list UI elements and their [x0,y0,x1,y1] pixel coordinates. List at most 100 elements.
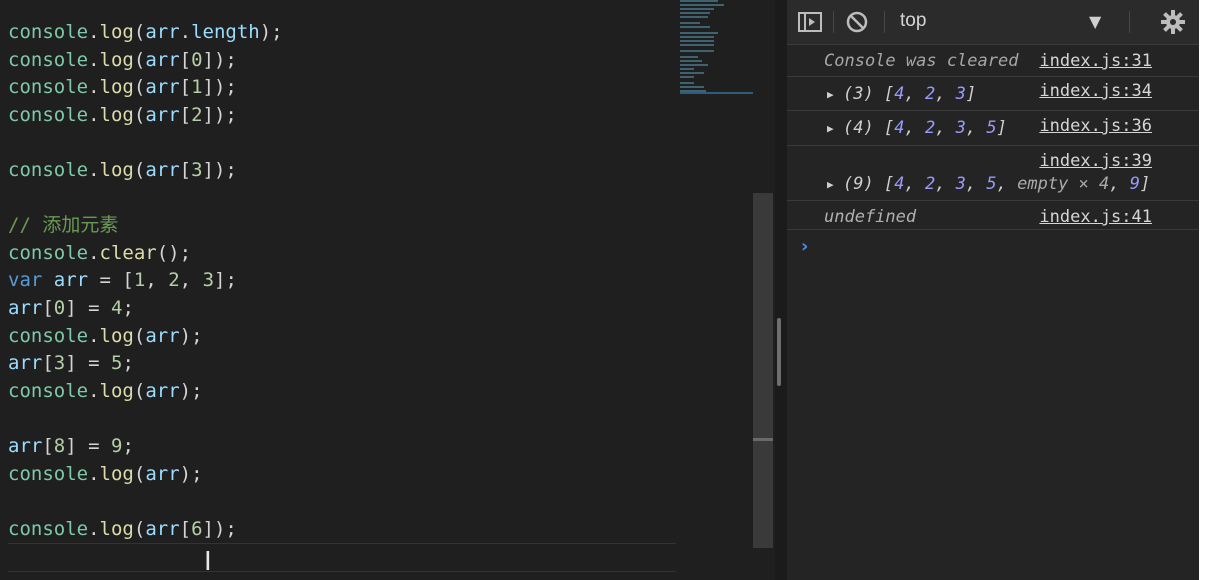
array-preview[interactable]: (3) [4, 2, 3] [843,84,976,104]
expand-arrow-icon[interactable]: ▶ [827,88,834,101]
code-token: 2 [168,269,180,292]
code-line[interactable]: console.log(arr.length); [8,19,283,47]
source-link[interactable]: index.js:39 [1039,151,1152,171]
code-token: console [8,103,89,126]
code-token: log [99,21,134,43]
source-link[interactable]: index.js:41 [1039,207,1152,227]
code-token: console [8,462,89,485]
console-prompt-icon[interactable]: › [801,236,808,257]
code-token: 3 [202,269,215,292]
code-line[interactable]: console.log(arr[3]); [8,157,283,185]
code-line[interactable]: console.log(arr); [8,461,283,489]
code-line[interactable] [8,488,283,516]
minimap[interactable] [680,0,754,96]
expand-arrow-icon[interactable]: ▶ [827,122,834,135]
panel-divider[interactable] [775,0,787,580]
code-line[interactable]: arr[0] = 4; [8,295,283,323]
code-token: ]); [202,48,237,71]
code-token: log [99,158,134,181]
code-line[interactable]: console.log(arr); [8,323,283,351]
code-token: . [88,48,100,71]
console-message: undefined index.js:41 [787,201,1199,230]
code-token: console [8,48,89,71]
code-token: console [8,241,89,264]
code-line[interactable] [8,129,283,157]
code-token: (); [156,241,192,264]
console-message: Console was cleared index.js:31 [787,45,1199,77]
code-token: ; [122,352,134,375]
source-link[interactable]: index.js:34 [1039,81,1152,101]
window-edge [1199,0,1215,580]
code-token: ( [133,379,146,402]
sidebar-toggle-icon[interactable] [797,9,823,35]
code-token: log [99,379,134,402]
code-token: . [88,103,100,126]
code-token: arr [8,296,43,319]
code-line[interactable]: console.clear(); [8,240,283,268]
code-token: [ [179,103,192,126]
code-token: log [99,324,134,347]
code-token: 1 [133,269,146,292]
current-line-highlight [8,543,676,572]
array-preview[interactable]: (9) [4, 2, 3, 5, empty × 4, 9] [843,174,1150,194]
code-token: ( [133,517,146,540]
code-token: ( [133,103,146,126]
code-token: arr [8,352,43,375]
code-line[interactable]: console.log(arr); [8,378,283,406]
code-token: 9 [111,434,123,457]
context-selector[interactable]: top [900,10,926,32]
code-line[interactable] [8,185,283,213]
code-token: arr [145,324,180,347]
code-token: . [88,76,100,99]
code-token: ; [122,296,134,319]
console-toolbar: top ▼ [787,0,1199,45]
code-line[interactable]: console.log(arr[1]); [8,74,283,102]
code-token: arr [145,462,180,485]
code-token: ; [122,434,134,457]
code-token: ( [133,324,146,347]
code-token: 0 [191,48,203,71]
dropdown-arrow-icon[interactable]: ▼ [1089,12,1101,31]
code-token: [ [42,434,54,457]
code-token: [ [179,48,192,71]
code-line[interactable]: console.log(arr[6]); [8,516,283,544]
expand-arrow-icon[interactable]: ▶ [827,178,834,191]
code-token: clear [99,241,157,264]
code-token: 0 [53,296,66,319]
code-token: ( [133,462,146,485]
code-line[interactable]: console.log(arr[0]); [8,47,283,75]
code-line[interactable]: // 添加元素 [8,212,283,240]
return-value: undefined [824,207,917,227]
code-line[interactable] [8,405,283,433]
source-link[interactable]: index.js:36 [1039,116,1152,136]
array-preview[interactable]: (4) [4, 2, 3, 5] [843,118,1007,138]
code-token: log [99,76,134,99]
code-token: 3 [191,158,203,181]
code-token: arr [8,434,43,457]
code-editor[interactable]: console.log(arr.length); console.log(arr[… [0,0,775,580]
code-token: arr [145,76,180,99]
console-message[interactable]: ▶ (4) [4, 2, 3, 5] index.js:36 [787,111,1199,146]
code-line[interactable]: arr[8] = 9; [8,433,283,461]
code-line[interactable]: var arr = [1, 2, 3]; [8,267,283,295]
console-message[interactable]: index.js:39 ▶ (9) [4, 2, 3, 5, empty × 4… [787,146,1199,201]
code-token: // 添加元素 [8,214,119,237]
panel-resize-handle[interactable] [777,318,781,386]
code-token: [ [179,158,192,181]
scrollbar-cursor-marker [753,438,773,441]
code-line[interactable]: console.log(arr[2]); [8,102,283,130]
code-token: console [8,76,89,99]
code-token: arr [53,269,89,292]
code-token: arr [145,158,180,181]
code-line[interactable]: arr[3] = 5; [8,350,283,378]
code-text[interactable]: console.log(arr.length); console.log(arr[… [8,19,283,543]
code-token: [ [179,517,192,540]
gear-icon[interactable] [1160,9,1186,35]
console-message[interactable]: ▶ (3) [4, 2, 3] index.js:34 [787,77,1199,111]
editor-scrollbar-thumb[interactable] [753,193,773,548]
code-token: . [88,517,100,540]
source-link[interactable]: index.js:31 [1039,51,1152,71]
clear-console-icon[interactable] [844,9,870,35]
code-token: ); [179,462,203,485]
